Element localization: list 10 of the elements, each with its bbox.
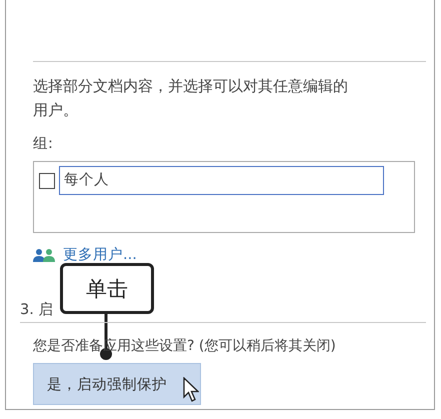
start-enforcing-button[interactable]: 是，启动强制保护: [33, 363, 201, 405]
cursor-icon: [183, 377, 199, 403]
group-item[interactable]: 每个人: [59, 166, 384, 195]
checkbox[interactable]: [39, 172, 55, 188]
users-icon: [33, 248, 55, 262]
more-users-link[interactable]: 更多用户...: [63, 245, 137, 264]
instruction-text: 选择部分文档内容，并选择可以对其任意编辑的用户。: [33, 76, 349, 121]
group-label: 组:: [33, 135, 54, 153]
callout-label: 单击: [60, 263, 154, 314]
section-heading: 3. 启: [20, 300, 54, 319]
